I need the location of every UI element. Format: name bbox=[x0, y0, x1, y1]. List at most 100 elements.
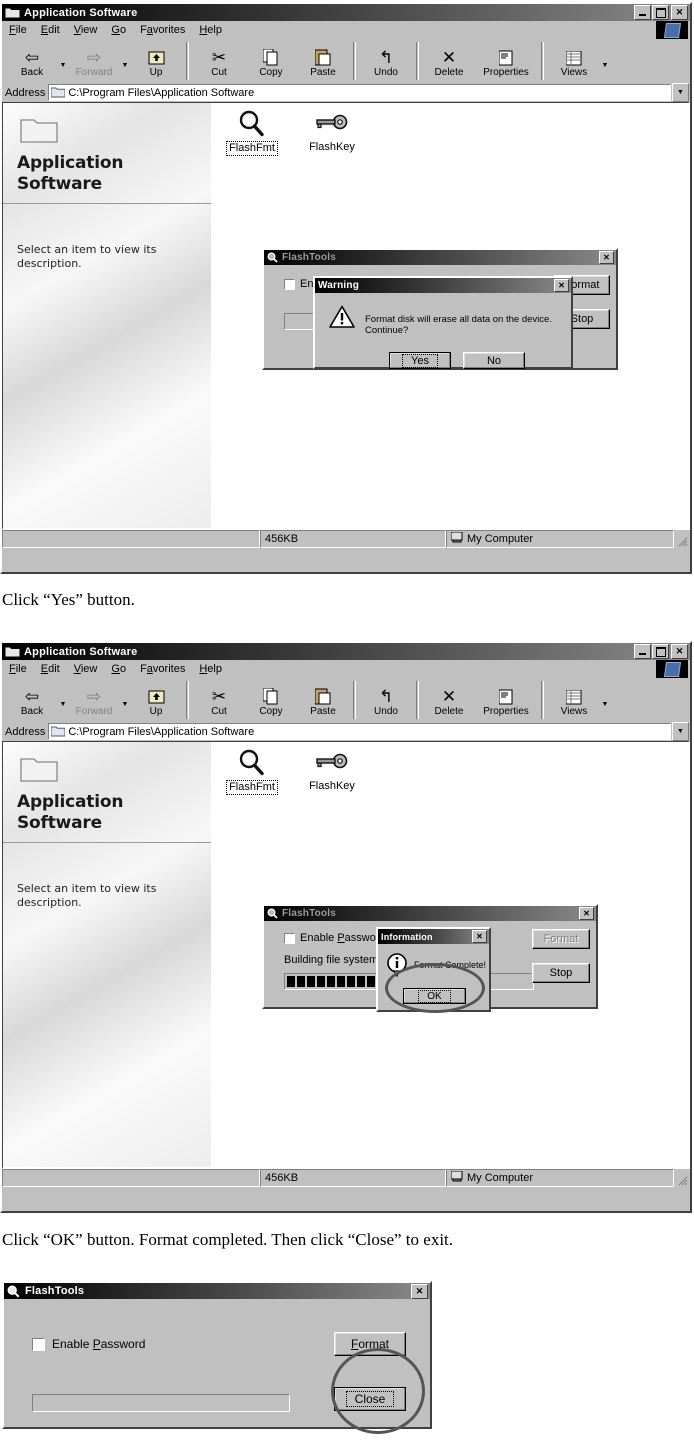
scissors-icon: ✂ bbox=[211, 687, 227, 706]
toolbar-undo[interactable]: ↰ Undo bbox=[360, 678, 412, 722]
resize-grip[interactable] bbox=[674, 530, 690, 548]
address-bar[interactable]: Address C:\Program Files\Application Sof… bbox=[2, 83, 690, 102]
warning-no-button[interactable]: No bbox=[463, 352, 525, 369]
menu-favorites[interactable]: Favorites bbox=[133, 23, 192, 37]
toolbar-properties[interactable]: Properties bbox=[475, 678, 537, 722]
enable-password-row-2[interactable]: Enable Password bbox=[284, 932, 386, 944]
explorer-toolbar-2[interactable]: ⇦ Back ▼ ⇨ Forward ▼ Up ✂ Cut Copy Paste… bbox=[2, 678, 690, 722]
minimize-button[interactable] bbox=[634, 644, 651, 659]
information-close-icon[interactable]: ✕ bbox=[472, 930, 487, 943]
menu-bar[interactable]: File Edit View Go Favorites Help bbox=[2, 21, 690, 39]
maximize-button[interactable] bbox=[652, 644, 669, 659]
toolbar-forward[interactable]: ⇨ Forward bbox=[68, 678, 120, 722]
menu-file[interactable]: File bbox=[2, 23, 34, 37]
toolbar-properties[interactable]: Properties bbox=[475, 39, 537, 83]
menu-help[interactable]: Help bbox=[192, 23, 229, 37]
file-item-flashfmt[interactable]: FlashFmt bbox=[215, 746, 289, 795]
window-buttons-2[interactable]: ✕ bbox=[634, 644, 688, 659]
toolbar-copy[interactable]: Copy bbox=[245, 39, 297, 83]
toolbar-cut[interactable]: ✂ Cut bbox=[193, 678, 245, 722]
copy-icon bbox=[263, 44, 279, 66]
magnifier-icon bbox=[215, 107, 289, 141]
address-input[interactable]: C:\Program Files\Application Software bbox=[48, 84, 671, 101]
address-input[interactable]: C:\Program Files\Application Software bbox=[48, 723, 671, 740]
file-item-flashkey[interactable]: FlashKey bbox=[295, 746, 369, 793]
address-dropdown-button[interactable]: ▼ bbox=[672, 722, 689, 741]
enable-password-checkbox-3[interactable] bbox=[32, 1337, 45, 1351]
address-label: Address bbox=[5, 86, 46, 99]
key-icon bbox=[295, 107, 369, 141]
menu-go[interactable]: Go bbox=[104, 23, 133, 37]
toolbar-up[interactable]: Up bbox=[130, 678, 182, 722]
warning-close-icon[interactable]: ✕ bbox=[554, 279, 569, 292]
toolbar-undo[interactable]: ↰ Undo bbox=[360, 39, 412, 83]
flashtools-close-icon-3[interactable]: ✕ bbox=[411, 1283, 428, 1299]
warning-triangle-icon bbox=[329, 305, 355, 334]
status-size: 456KB bbox=[260, 530, 446, 548]
menu-bar-2[interactable]: File Edit View Go Favorites Help bbox=[2, 660, 690, 678]
enable-password-checkbox-1[interactable] bbox=[284, 278, 295, 290]
flashtools-title-1: FlashTools bbox=[282, 252, 337, 263]
back-arrow-icon: ⇦ bbox=[24, 48, 40, 67]
computer-icon bbox=[450, 531, 463, 546]
format-button-2[interactable]: Format bbox=[532, 929, 590, 949]
file-item-flashfmt[interactable]: FlashFmt bbox=[215, 107, 289, 156]
file-item-label: FlashKey bbox=[309, 141, 355, 153]
menu-view[interactable]: View bbox=[67, 662, 105, 676]
enable-password-checkbox-2[interactable] bbox=[284, 932, 295, 944]
toolbar-views[interactable]: Views bbox=[548, 678, 600, 722]
flashtools-titlebar-1: FlashTools ✕ bbox=[264, 250, 616, 265]
menu-go[interactable]: Go bbox=[104, 662, 133, 676]
file-item-flashkey[interactable]: FlashKey bbox=[295, 107, 369, 154]
views-dropdown-caret-icon[interactable]: ▼ bbox=[600, 678, 610, 722]
toolbar-back[interactable]: ⇦ Back bbox=[6, 39, 58, 83]
toolbar-up[interactable]: Up bbox=[130, 39, 182, 83]
window-buttons[interactable]: ✕ bbox=[634, 5, 688, 20]
toolbar-paste[interactable]: Paste bbox=[297, 39, 349, 83]
back-dropdown-caret-icon[interactable]: ▼ bbox=[58, 678, 68, 722]
warning-dialog[interactable]: Warning ✕ Format disk will erase all dat… bbox=[313, 276, 573, 369]
address-bar-2[interactable]: Address C:\Program Files\Application Sof… bbox=[2, 722, 690, 741]
views-dropdown-caret-icon[interactable]: ▼ bbox=[600, 39, 610, 83]
address-dropdown-button[interactable]: ▼ bbox=[672, 83, 689, 102]
back-dropdown-caret-icon[interactable]: ▼ bbox=[58, 39, 68, 83]
minimize-button[interactable] bbox=[634, 5, 651, 20]
toolbar-cut[interactable]: ✂ Cut bbox=[193, 39, 245, 83]
close-button[interactable]: ✕ bbox=[671, 5, 688, 20]
toolbar-views[interactable]: Views bbox=[548, 39, 600, 83]
menu-edit[interactable]: Edit bbox=[34, 662, 67, 676]
warning-no-label: No bbox=[486, 354, 502, 367]
toolbar-separator-2 bbox=[353, 42, 356, 80]
menu-help[interactable]: Help bbox=[192, 662, 229, 676]
info-pane-divider bbox=[3, 842, 211, 843]
maximize-button[interactable] bbox=[652, 5, 669, 20]
info-pane-description: Select an item to view its description. bbox=[17, 243, 157, 270]
flashtools-close-icon-1[interactable]: ✕ bbox=[599, 251, 614, 264]
flashtools-title-3: FlashTools bbox=[25, 1285, 85, 1297]
menu-edit[interactable]: Edit bbox=[34, 23, 67, 37]
status-left bbox=[2, 530, 260, 548]
flashtools-titlebar-2: FlashTools ✕ bbox=[264, 906, 596, 921]
toolbar-delete[interactable]: ✕ Delete bbox=[423, 39, 475, 83]
close-button[interactable]: ✕ bbox=[671, 644, 688, 659]
toolbar-paste[interactable]: Paste bbox=[297, 678, 349, 722]
enable-password-label-1: En bbox=[300, 278, 314, 290]
toolbar-copy[interactable]: Copy bbox=[245, 678, 297, 722]
menu-file[interactable]: File bbox=[2, 662, 34, 676]
menu-view[interactable]: View bbox=[67, 23, 105, 37]
forward-dropdown-caret-icon[interactable]: ▼ bbox=[120, 39, 130, 83]
explorer-toolbar[interactable]: ⇦ Back ▼ ⇨ Forward ▼ Up ✂ Cut Copy Paste… bbox=[2, 39, 690, 83]
toolbar-forward[interactable]: ⇨ Forward bbox=[68, 39, 120, 83]
explorer-status-bar-2: 456KB My Computer bbox=[2, 1169, 690, 1187]
stop-button-2[interactable]: Stop bbox=[532, 963, 590, 983]
warning-yes-button[interactable]: Yes bbox=[389, 352, 451, 369]
enable-password-row-3[interactable]: Enable Password bbox=[32, 1337, 145, 1351]
resize-grip[interactable] bbox=[674, 1169, 690, 1187]
toolbar-back[interactable]: ⇦ Back bbox=[6, 678, 58, 722]
toolbar-delete[interactable]: ✕ Delete bbox=[423, 678, 475, 722]
enable-password-row-1[interactable]: En bbox=[284, 278, 313, 290]
forward-dropdown-caret-icon[interactable]: ▼ bbox=[120, 678, 130, 722]
menu-favorites[interactable]: Favorites bbox=[133, 662, 192, 676]
properties-icon bbox=[499, 44, 513, 66]
flashtools-close-icon-2[interactable]: ✕ bbox=[579, 907, 594, 920]
